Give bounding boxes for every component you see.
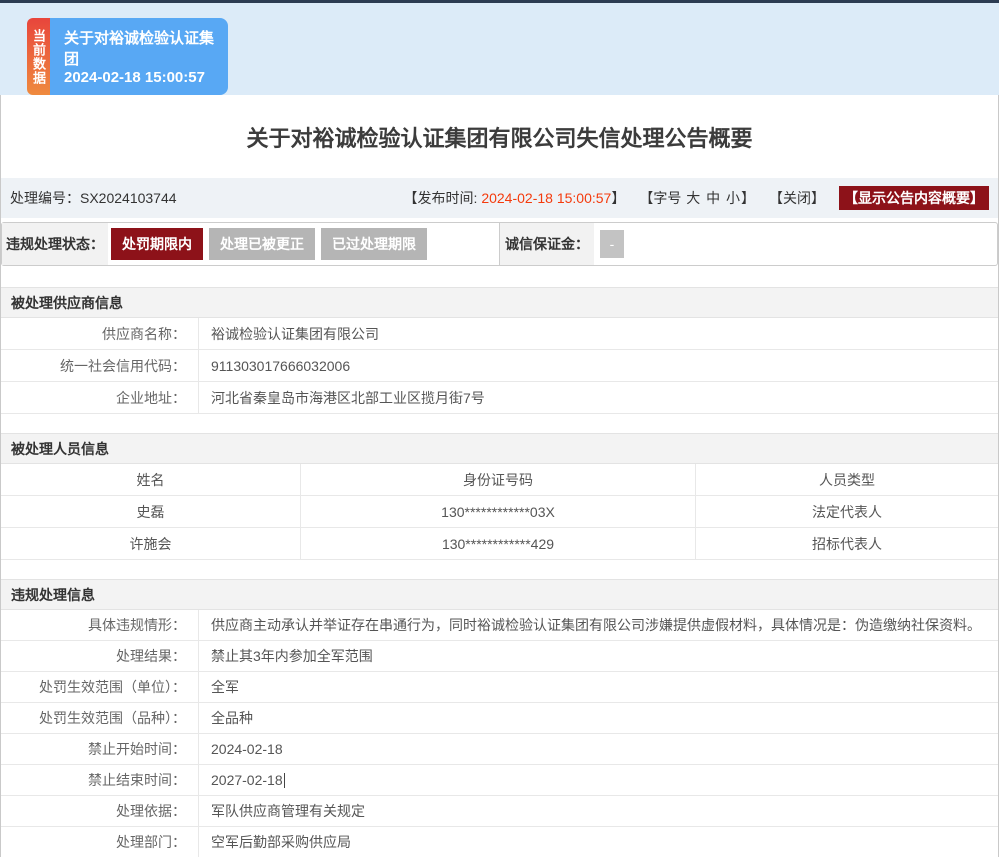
content: 关于对裕诚检验认证集团有限公司失信处理公告概要 处理编号：SX202410374… [0,95,999,857]
show-summary-button[interactable]: 【显示公告内容概要】 [839,186,989,210]
font-size-large[interactable]: 大 [686,190,700,206]
row-label: 处理依据： [1,796,199,826]
row-label: 处罚生效范围（单位）： [1,672,199,702]
status-label: 违规处理状态： [2,223,108,265]
status-button-expired[interactable]: 已过处理期限 [321,228,427,260]
header-band: 当前数据 关于对裕诚检验认证集团 2024-02-18 15:00:57 [0,3,999,95]
current-data-body: 关于对裕诚检验认证集团 2024-02-18 15:00:57 [50,18,228,95]
meta-actions: 【发布时间: 2024-02-18 15:00:57】 【字号 大 中 小】 【… [404,186,989,210]
table-row: 许施会 130************429 招标代表人 [1,528,998,560]
violation-section: 违规处理信息 具体违规情形： 供应商主动承认并举证存在串通行为，同时裕诚检验认证… [1,579,998,857]
current-data-badge[interactable]: 当前数据 关于对裕诚检验认证集团 2024-02-18 15:00:57 [27,18,228,95]
badge-timestamp: 2024-02-18 15:00:57 [64,69,228,86]
meta-bar: 处理编号：SX2024103744 【发布时间: 2024-02-18 15:0… [1,178,998,218]
process-number-label: 处理编号： [10,190,80,206]
deposit-value-button[interactable]: - [600,230,624,258]
table-row: 处理结果： 禁止其3年内参加全军范围 [1,641,998,672]
row-label: 供应商名称： [1,318,199,349]
row-value: 全品种 [199,703,998,733]
row-value: 军队供应商管理有关规定 [199,796,998,826]
violation-section-title: 违规处理信息 [1,579,998,610]
row-value: 河北省秦皇岛市海港区北部工业区揽月街7号 [199,382,998,413]
row-value-text: 2027-02-18 [211,772,283,788]
column-header-id: 身份证号码 [301,464,696,495]
font-size-medium[interactable]: 中 [706,190,720,206]
table-row: 处罚生效范围（单位）： 全军 [1,672,998,703]
process-number-value: SX2024103744 [80,190,177,206]
person-id: 130************429 [301,528,696,559]
person-type: 法定代表人 [696,496,998,527]
row-value: 裕诚检验认证集团有限公司 [199,318,998,349]
personnel-section: 被处理人员信息 姓名 身份证号码 人员类型 史磊 130************… [1,433,998,560]
font-size-prefix: 【字号 [639,190,685,206]
title-area: 关于对裕诚检验认证集团有限公司失信处理公告概要 [1,95,998,178]
current-data-tab-label: 当前数据 [27,18,50,95]
publish-time: 【发布时间: 2024-02-18 15:00:57】 [404,188,626,208]
deposit-value-cell: - [594,223,997,265]
close-button[interactable]: 【关闭】 [769,188,825,208]
table-row: 处理部门： 空军后勤部采购供应局 [1,827,998,857]
person-type: 招标代表人 [696,528,998,559]
row-label: 统一社会信用代码： [1,350,199,381]
process-number: 处理编号：SX2024103744 [10,188,177,208]
person-name: 许施会 [1,528,301,559]
table-row: 处理依据： 军队供应商管理有关规定 [1,796,998,827]
row-value: 911303017666032006 [199,350,998,381]
table-row: 企业地址： 河北省秦皇岛市海港区北部工业区揽月街7号 [1,382,998,414]
publish-time-suffix: 】 [611,190,625,206]
font-size-suffix: 】 [741,190,755,206]
row-label: 禁止开始时间： [1,734,199,764]
row-value: 2024-02-18 [199,734,998,764]
row-value: 禁止其3年内参加全军范围 [199,641,998,671]
table-row: 具体违规情形： 供应商主动承认并举证存在串通行为，同时裕诚检验认证集团有限公司涉… [1,610,998,641]
row-label: 处罚生效范围（品种）： [1,703,199,733]
row-label: 具体违规情形： [1,610,199,640]
supplier-section: 被处理供应商信息 供应商名称： 裕诚检验认证集团有限公司 统一社会信用代码： 9… [1,287,998,414]
status-table: 违规处理状态： 处罚期限内 处理已被更正 已过处理期限 诚信保证金： - [1,222,998,266]
row-label: 处理部门： [1,827,199,857]
column-header-type: 人员类型 [696,464,998,495]
font-size-control: 【字号 大 中 小】 [639,188,755,208]
table-row: 禁止结束时间： 2027-02-18 [1,765,998,796]
personnel-section-title: 被处理人员信息 [1,433,998,464]
supplier-section-title: 被处理供应商信息 [1,287,998,318]
person-id: 130************03X [301,496,696,527]
page: 当前数据 关于对裕诚检验认证集团 2024-02-18 15:00:57 关于对… [0,0,999,857]
table-row: 禁止开始时间： 2024-02-18 [1,734,998,765]
table-row: 处罚生效范围（品种）： 全品种 [1,703,998,734]
status-buttons: 处罚期限内 处理已被更正 已过处理期限 [108,223,499,265]
status-button-within-penalty[interactable]: 处罚期限内 [111,228,203,260]
table-row: 史磊 130************03X 法定代表人 [1,496,998,528]
status-button-corrected[interactable]: 处理已被更正 [209,228,315,260]
deposit-label: 诚信保证金： [499,223,594,265]
row-label: 处理结果： [1,641,199,671]
column-header-name: 姓名 [1,464,301,495]
row-value: 2027-02-18 [199,765,998,795]
table-row: 供应商名称： 裕诚检验认证集团有限公司 [1,318,998,350]
table-row: 统一社会信用代码： 911303017666032006 [1,350,998,382]
row-value: 空军后勤部采购供应局 [199,827,998,857]
text-cursor [284,773,285,788]
row-label: 企业地址： [1,382,199,413]
personnel-header-row: 姓名 身份证号码 人员类型 [1,464,998,496]
publish-time-prefix: 【发布时间: [404,190,482,206]
publish-time-value: 2024-02-18 15:00:57 [481,190,611,206]
person-name: 史磊 [1,496,301,527]
row-label: 禁止结束时间： [1,765,199,795]
badge-title: 关于对裕诚检验认证集团 [64,27,228,69]
font-size-small[interactable]: 小 [726,190,740,206]
page-title: 关于对裕诚检验认证集团有限公司失信处理公告概要 [246,121,752,153]
row-value: 全军 [199,672,998,702]
row-value: 供应商主动承认并举证存在串通行为，同时裕诚检验认证集团有限公司涉嫌提供虚假材料，… [199,610,998,640]
